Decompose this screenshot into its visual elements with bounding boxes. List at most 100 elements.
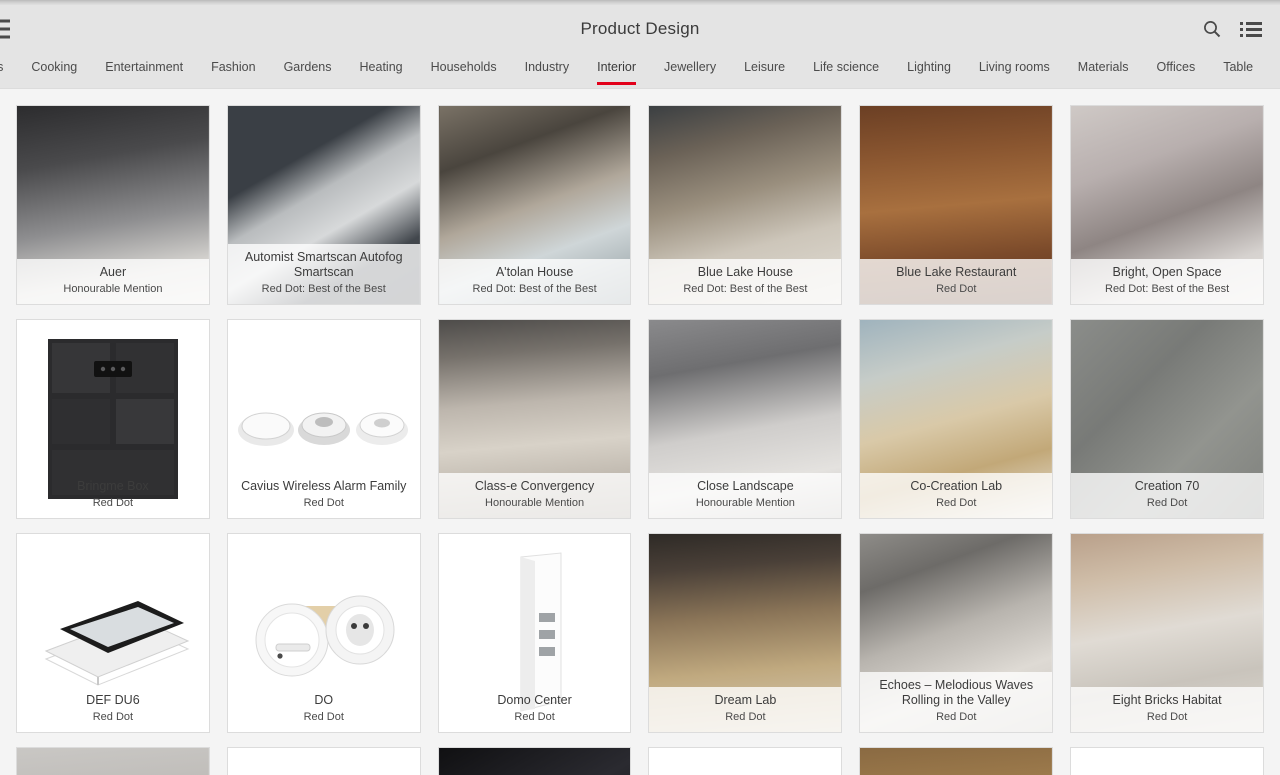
award-card[interactable] (16, 747, 210, 775)
card-caption: DO Red Dot (228, 687, 420, 732)
award-card[interactable]: Domo Center Red Dot (437, 533, 632, 733)
card-award-label: Red Dot (303, 497, 344, 509)
award-card[interactable]: Class-e Convergency Honourable Mention (437, 319, 632, 519)
card-award-label: Red Dot: Best of the Best (261, 283, 386, 295)
award-card[interactable]: Echoes – Melodious Waves Rolling in the … (859, 533, 1054, 733)
card-title: Bringme Box (77, 479, 149, 493)
card-title: Automist Smartscan Autofog Smartscan (244, 250, 403, 279)
card-award-label: Red Dot: Best of the Best (1105, 283, 1230, 295)
award-card[interactable]: Blue Lake Restaurant Red Dot (859, 105, 1054, 305)
card-title: Class-e Convergency (474, 479, 595, 493)
card-caption: Dream Lab Red Dot (649, 687, 842, 732)
nav-tab-life-science[interactable]: Life science (799, 58, 893, 76)
card-award-label: Red Dot (936, 497, 977, 509)
card-caption: A'tolan House Red Dot: Best of the Best (438, 259, 631, 304)
award-card[interactable] (859, 747, 1054, 775)
header-actions (1202, 19, 1262, 39)
award-card[interactable]: Close Landscape Honourable Mention (648, 319, 843, 519)
page-title: Product Design (580, 19, 700, 38)
card-title: Close Landscape (697, 479, 794, 493)
card-caption: Auer Honourable Mention (17, 259, 209, 304)
card-caption: Blue Lake Restaurant Red Dot (860, 259, 1053, 304)
card-title: Blue Lake Restaurant (896, 265, 1017, 279)
card-title: Domo Center (497, 693, 572, 707)
award-card[interactable]: A'tolan House Red Dot: Best of the Best (437, 105, 632, 305)
card-award-label: Red Dot (303, 711, 344, 723)
product-illustration (439, 748, 631, 775)
award-card[interactable]: Bringme Box Red Dot (16, 319, 210, 519)
card-caption: Creation 70 Red Dot (1071, 473, 1263, 518)
award-card[interactable]: Eight Bricks Habitat Red Dot (1070, 533, 1264, 733)
nav-tab-gardens[interactable]: Gardens (270, 58, 346, 76)
award-card[interactable]: DEF DU6 Red Dot (16, 533, 210, 733)
card-title: Eight Bricks Habitat (1112, 693, 1222, 707)
card-caption: Blue Lake House Red Dot: Best of the Best (649, 259, 842, 304)
card-award-label: Honourable Mention (485, 497, 585, 509)
category-nav-track[interactable]: ersCookingEntertainmentFashionGardensHea… (0, 53, 1267, 88)
hamburger-menu-icon[interactable] (0, 19, 10, 39)
nav-tab-materials[interactable]: Materials (1064, 58, 1143, 76)
card-award-label: Red Dot (514, 711, 555, 723)
card-award-label: Red Dot (92, 711, 134, 723)
award-card[interactable]: Bright, Open Space Red Dot: Best of the B… (1070, 105, 1264, 305)
award-card[interactable]: Auer Honourable Mention (16, 105, 210, 305)
card-award-label: Honourable Mention (63, 283, 163, 295)
award-card[interactable]: Dream Lab Red Dot (648, 533, 843, 733)
card-award-label: Red Dot (1146, 497, 1188, 509)
award-card[interactable] (648, 747, 843, 775)
award-card[interactable]: Cavius Wireless Alarm Family Red Dot (226, 319, 421, 519)
nav-tab-fashion[interactable]: Fashion (197, 58, 269, 76)
app-header: Product Design (0, 5, 1280, 53)
card-title: Cavius Wireless Alarm Family (241, 479, 407, 493)
nav-tab-leisure[interactable]: Leisure (730, 58, 799, 76)
award-card[interactable]: Automist Smartscan Autofog Smartscan Red … (226, 105, 421, 305)
nav-tab-interior[interactable]: Interior (583, 58, 650, 85)
card-award-label: Honourable Mention (695, 497, 795, 509)
card-title: DO (314, 693, 334, 707)
card-title: Creation 70 (1134, 479, 1200, 493)
product-illustration (228, 748, 420, 775)
card-award-label: Red Dot (725, 711, 766, 723)
card-caption: Close Landscape Honourable Mention (649, 473, 842, 518)
award-card[interactable] (437, 747, 632, 775)
nav-tab-heating[interactable]: Heating (346, 58, 417, 76)
nav-tab-lighting[interactable]: Lighting (893, 58, 965, 76)
card-caption: DEF DU6 Red Dot (17, 687, 209, 732)
nav-tab-ers[interactable]: ers (0, 58, 17, 76)
award-card[interactable]: Blue Lake House Red Dot: Best of the Best (648, 105, 843, 305)
award-card[interactable] (1070, 747, 1264, 775)
nav-tab-entertainment[interactable]: Entertainment (91, 58, 197, 76)
category-navbar: ersCookingEntertainmentFashionGardensHea… (0, 53, 1280, 89)
card-title: Auer (99, 265, 127, 279)
product-illustration (860, 748, 1052, 775)
card-caption: Cavius Wireless Alarm Family Red Dot (228, 473, 420, 518)
card-title: Dream Lab (714, 693, 777, 707)
card-caption: Automist Smartscan Autofog Smartscan Red … (227, 244, 420, 304)
card-title: Co-Creation Lab (910, 479, 1003, 493)
nav-tab-cooking[interactable]: Cooking (17, 58, 91, 76)
list-view-icon[interactable] (1240, 19, 1262, 39)
award-card[interactable]: Co-Creation Lab Red Dot (859, 319, 1054, 519)
award-card-grid: Auer Honourable Mention Automist Smartscan… (0, 89, 1280, 775)
card-title: Echoes – Melodious Waves Rolling in the … (879, 678, 1034, 707)
card-caption: Bright, Open Space Red Dot: Best of the B… (1071, 259, 1263, 304)
award-card[interactable]: DO Red Dot (226, 533, 421, 733)
search-icon[interactable] (1202, 19, 1222, 39)
card-title: DEF DU6 (86, 693, 140, 707)
card-award-label: Red Dot (936, 711, 977, 723)
award-card[interactable] (226, 747, 421, 775)
nav-tab-households[interactable]: Households (417, 58, 511, 76)
nav-tab-jewellery[interactable]: Jewellery (650, 58, 730, 76)
nav-tab-industry[interactable]: Industry (511, 58, 583, 76)
nav-tab-table[interactable]: Table (1209, 58, 1267, 76)
card-award-label: Red Dot (1146, 711, 1188, 723)
card-caption: Class-e Convergency Honourable Mention (438, 473, 631, 518)
card-caption: Bringme Box Red Dot (17, 473, 209, 518)
card-award-label: Red Dot (92, 497, 134, 509)
card-award-label: Red Dot (936, 283, 977, 295)
nav-tab-living-rooms[interactable]: Living rooms (965, 58, 1064, 76)
nav-tab-offices[interactable]: Offices (1143, 58, 1210, 76)
card-caption: Co-Creation Lab Red Dot (860, 473, 1053, 518)
product-illustration (17, 748, 209, 775)
award-card[interactable]: Creation 70 Red Dot (1070, 319, 1264, 519)
